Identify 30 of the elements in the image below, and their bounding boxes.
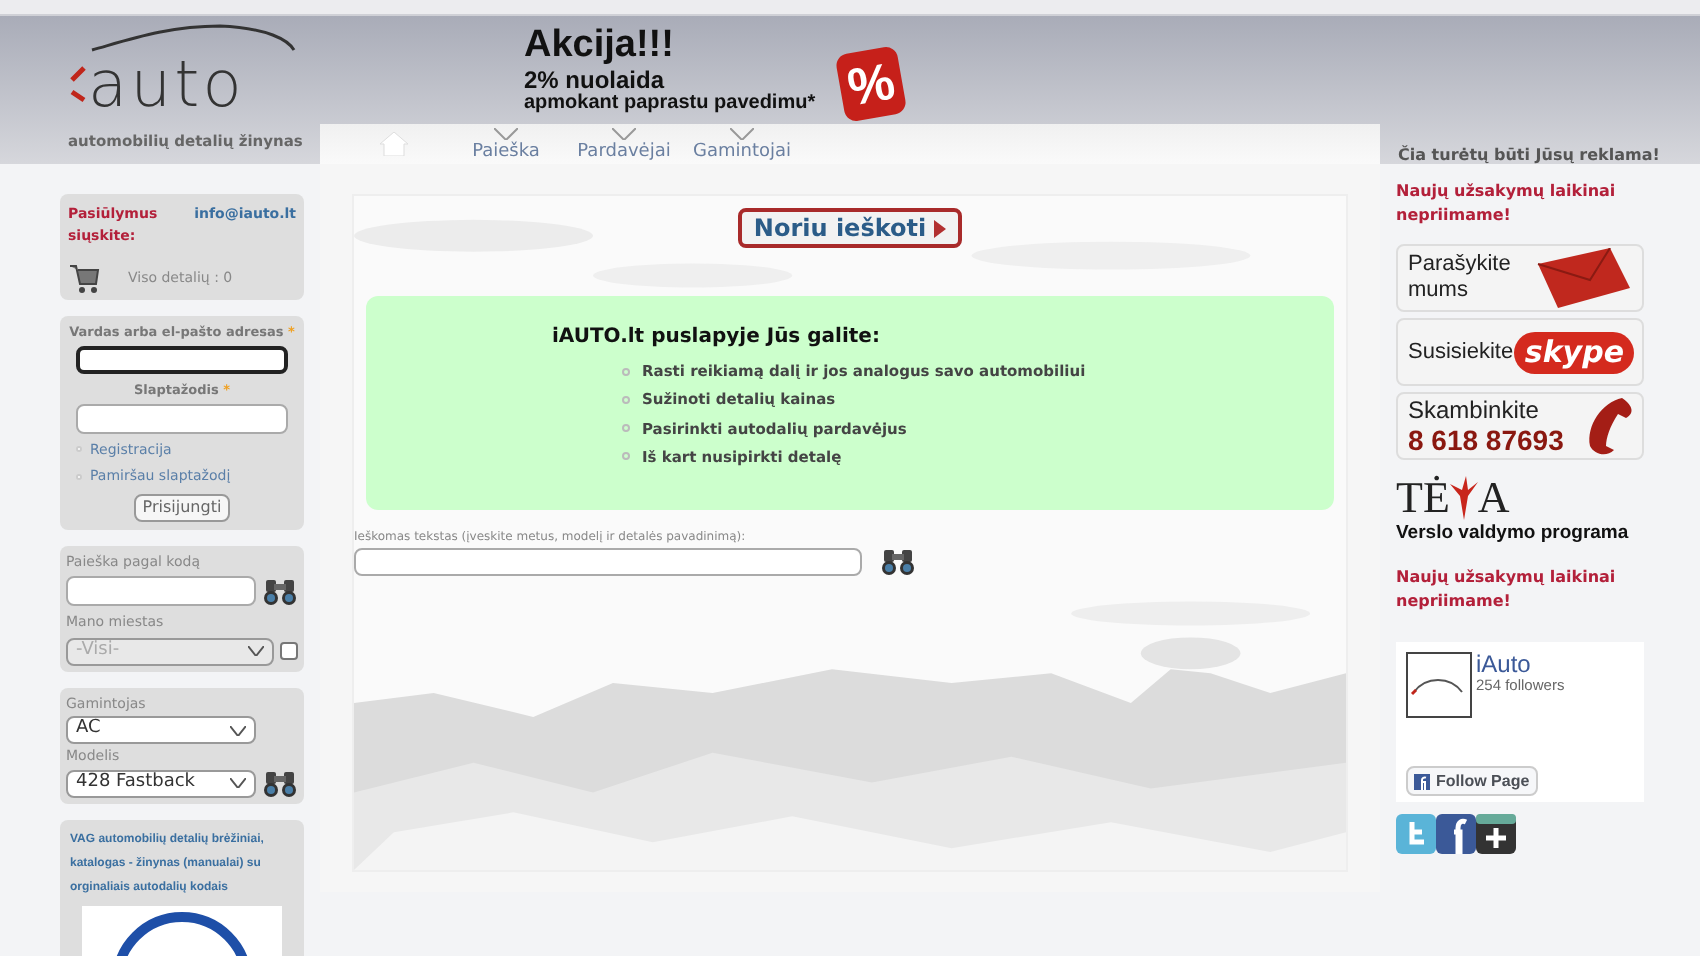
contact-card[interactable]: Skambinkite 8 618 87693 [1396,392,1644,460]
contact-label: Skambinkite [1408,398,1541,422]
contact-label: Susisiekite [1408,339,1515,365]
login-button[interactable]: Prisijungti [134,493,230,521]
notice-text: Naujų užsakymų laikinai nepriimame! [1396,566,1618,615]
promo-text: 2% nuolaida [524,68,667,92]
phone-number: 8 618 87693 [1408,426,1564,454]
promo-text: apmokant paprastu pavedimu* [524,94,816,114]
model-select[interactable]: 428 Fastback [66,769,256,797]
nav-tab[interactable]: Pardavėjai [577,140,671,164]
ad-text: Čia turėtų būti Jūsų reklama! [1398,144,1660,168]
contact-card[interactable]: Parašykite mums [1396,244,1644,312]
logo-text: A [1477,476,1510,520]
promo-title: Akcija!!! [524,26,676,64]
contact-card[interactable]: Susisiekite skype [1396,318,1644,386]
page-name[interactable]: iAuto [1476,652,1565,677]
info-title: iAUTO.lt puslapyje Jūs galite: [552,324,882,352]
logo-text: TĖ [1396,476,1450,520]
promo-banner[interactable]: Akcija!!! 2% nuolaida apmokant paprastu pavedimu* % [524,26,902,118]
nav-tab[interactable]: Gamintojai [692,140,791,164]
nav-tab[interactable]: Paieška [472,140,540,164]
follow-button[interactable]: Follow Page [1406,766,1538,797]
search-button[interactable]: Noriu ieškoti [737,208,963,248]
contact-label: Parašykite mums [1408,252,1513,304]
maker-select[interactable]: AC [66,716,256,744]
logo-text: auto [88,52,247,116]
skype-logo: skype [1514,331,1634,373]
notice-text: Naujų užsakymų laikinai nepriimame! [1396,180,1618,228]
percent-tag: % [833,45,907,123]
tea-caption: Verslo valdymo programa [1396,520,1631,548]
